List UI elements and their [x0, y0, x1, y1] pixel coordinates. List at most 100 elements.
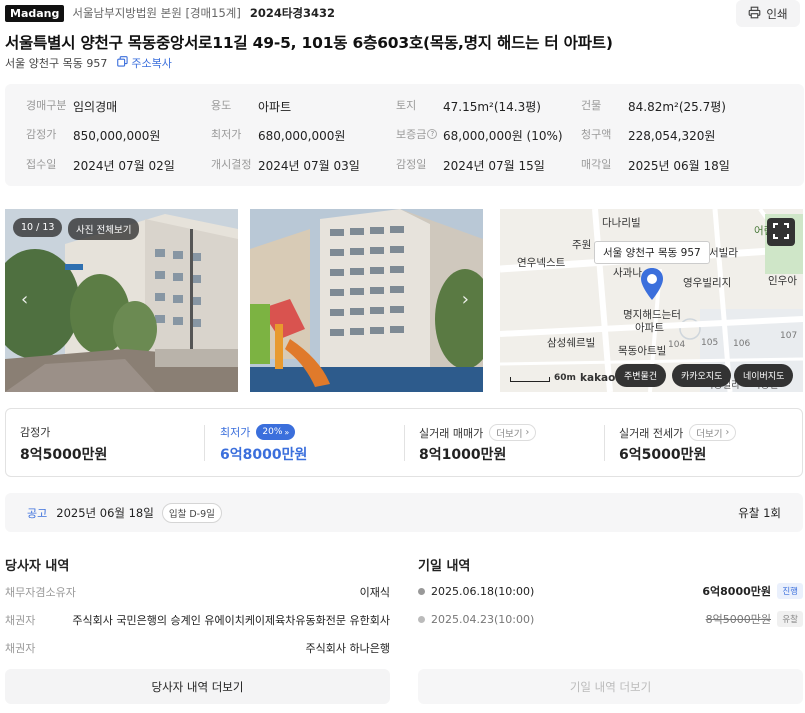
info-cell: 건물	[581, 95, 601, 115]
property-info-panel: 경매구분 임의경매 용도 아파트 토지 47.15m²(14.3평) 건물 84…	[5, 84, 804, 186]
property-photo-2[interactable]: ›	[250, 209, 483, 392]
party-row: 채권자 주식회사 국민은행의 승계인 유에이치케이제육차유동화전문 유한회사	[5, 612, 390, 630]
info-value: 2025년 06월 18일	[628, 159, 730, 173]
print-button[interactable]: 인쇄	[736, 0, 800, 27]
map-label: 서빌라	[709, 247, 738, 259]
auction-notice-bar: 공고 2025년 06월 18일 입찰 D-9일 유찰 1회	[5, 493, 803, 532]
info-value: 850,000,000원	[73, 129, 161, 143]
map-label: 영우빌리지	[683, 277, 732, 289]
info-cell: 청구액	[581, 124, 611, 144]
discount-badge: 20% »	[256, 424, 296, 440]
map-label: 107	[780, 331, 798, 341]
property-photo-1[interactable]: 10 / 13 사진 전체보기 ‹	[5, 209, 238, 392]
next-photo-icon[interactable]: ›	[462, 289, 469, 310]
prev-photo-icon[interactable]: ‹	[21, 289, 28, 310]
jeonse-value: 6억5000만원	[619, 447, 707, 463]
appraisal-value: 8억5000만원	[20, 447, 108, 463]
photo-counter: 10 / 13	[13, 218, 63, 237]
map-label: 삼성쉐르빌	[547, 337, 596, 349]
location-map[interactable]: 다나리빌 주원 연우넥스트 사과나 서빌라 영우빌리지 인우아 명지해드는터 아…	[500, 209, 803, 392]
info-label: 토지	[396, 99, 417, 112]
info-cell: 접수일	[26, 154, 56, 174]
jeonse-price-block: 실거래 전세가 더보기 › 6억5000만원	[619, 409, 799, 476]
court-name: 서울남부지방법원 본원 [경매15계]	[72, 6, 241, 20]
info-cell: 감정일	[396, 154, 426, 174]
info-value: 임의경매	[73, 100, 118, 114]
divider	[204, 425, 205, 461]
kakao-map-button[interactable]: 카카오지도	[672, 364, 732, 387]
copy-address-button[interactable]: 주소복사	[117, 55, 172, 71]
naver-map-button[interactable]: 네이버지도	[734, 364, 794, 387]
sale-label-row: 실거래 매매가 더보기 ›	[419, 424, 537, 441]
map-scale-bar	[510, 377, 550, 382]
print-label: 인쇄	[766, 6, 788, 21]
short-address: 서울 양천구 목동 957	[5, 57, 108, 70]
info-cell: 개시결정	[211, 154, 251, 174]
info-label: 감정가	[26, 128, 57, 141]
map-provider-logo: kakao	[580, 372, 616, 384]
divider	[604, 425, 605, 461]
info-label: 경매구분	[26, 99, 67, 112]
jeonse-label-row: 실거래 전세가 더보기 ›	[619, 424, 737, 441]
info-cell: 토지	[396, 95, 416, 115]
history-section-title: 기일 내역	[418, 559, 471, 574]
divider	[404, 425, 405, 461]
history-price: 6억8000만원	[702, 585, 771, 598]
history-row: 2025.06.18(10:00) 6억8000만원 진행	[418, 582, 803, 600]
failed-bid-count: 유찰 1회	[738, 505, 781, 520]
party-row: 채무자겸소유자 이재식	[5, 584, 390, 602]
map-label: 다나리빌	[602, 217, 641, 229]
double-chevron-down-icon: »	[284, 427, 290, 437]
info-cell: 감정가	[26, 124, 56, 144]
chevron-right-icon: ›	[525, 427, 530, 438]
info-value: 아파트	[258, 100, 292, 114]
jeonse-label: 실거래 전세가	[619, 426, 684, 440]
expand-icon	[773, 222, 789, 242]
info-cell: 매각일	[581, 154, 611, 174]
minimum-price-block: 최저가 20% » 6억8000만원	[220, 409, 400, 476]
info-row: 경매구분 임의경매 용도 아파트 토지 47.15m²(14.3평) 건물 84…	[5, 95, 804, 115]
sale-more-label: 더보기	[496, 428, 523, 440]
info-value: 68,000,000원 (10%)	[443, 129, 563, 143]
price-summary-panel: 감정가 8억5000만원 최저가 20% » 6억8000만원 실거래 매매가 …	[5, 408, 803, 477]
view-all-photos-button[interactable]: 사진 전체보기	[68, 218, 140, 240]
jeonse-more-button[interactable]: 더보기 ›	[689, 424, 737, 441]
info-value: 2024년 07월 02일	[73, 159, 175, 173]
info-label: 건물	[581, 99, 602, 112]
map-fullscreen-button[interactable]	[767, 218, 795, 246]
sale-more-button[interactable]: 더보기 ›	[489, 424, 537, 441]
info-label: 보증금	[396, 128, 427, 141]
info-cell: 경매구분	[26, 95, 66, 115]
history-status-badge: 유찰	[777, 611, 803, 627]
history-date: 2025.06.18(10:00)	[431, 584, 535, 598]
jeonse-more-label: 더보기	[696, 428, 723, 440]
minimum-value: 6억8000만원	[220, 447, 308, 463]
map-scale-label: 60m	[554, 373, 576, 383]
history-status-badge: 진행	[777, 583, 803, 599]
dday-badge: 입찰 D-9일	[161, 502, 222, 523]
map-pin-icon[interactable]	[640, 267, 664, 304]
info-value: 2024년 07월 03일	[258, 159, 360, 173]
minimum-label: 최저가	[220, 426, 251, 439]
info-row: 접수일 2024년 07월 02일 개시결정 2024년 07월 03일 감정일…	[5, 154, 804, 174]
map-label: 105	[701, 338, 719, 348]
map-label: 목동아트빌	[618, 345, 667, 357]
notice-date: 2025년 06월 18일	[56, 505, 154, 520]
top-bar: Madang 서울남부지방법원 본원 [경매15계] 2024타경3432 인쇄	[5, 0, 800, 27]
info-label: 청구액	[581, 128, 612, 141]
sub-address-line: 서울 양천구 목동 957 주소복사	[5, 55, 172, 71]
parties-section-title: 당사자 내역	[5, 559, 70, 574]
nearby-listings-button[interactable]: 주변물건	[615, 364, 667, 387]
parties-more-button[interactable]: 당사자 내역 더보기	[5, 669, 390, 704]
party-name: 주식회사 하나은행	[305, 642, 390, 655]
help-icon[interactable]: ?	[427, 129, 438, 139]
status-dot-icon	[418, 615, 425, 623]
info-label: 최저가	[211, 128, 242, 141]
map-address-tooltip: 서울 양천구 목동 957	[594, 241, 710, 264]
info-value: 47.15m²(14.3평)	[443, 100, 541, 114]
map-label: 아파트	[635, 322, 664, 334]
map-label: 연우넥스트	[517, 257, 566, 269]
history-more-button[interactable]: 기일 내역 더보기	[418, 669, 803, 704]
brand-logo[interactable]: Madang	[5, 4, 65, 22]
page-title: 서울특별시 양천구 목동중앙서로11길 49-5, 101동 6층603호(목동…	[5, 34, 613, 52]
